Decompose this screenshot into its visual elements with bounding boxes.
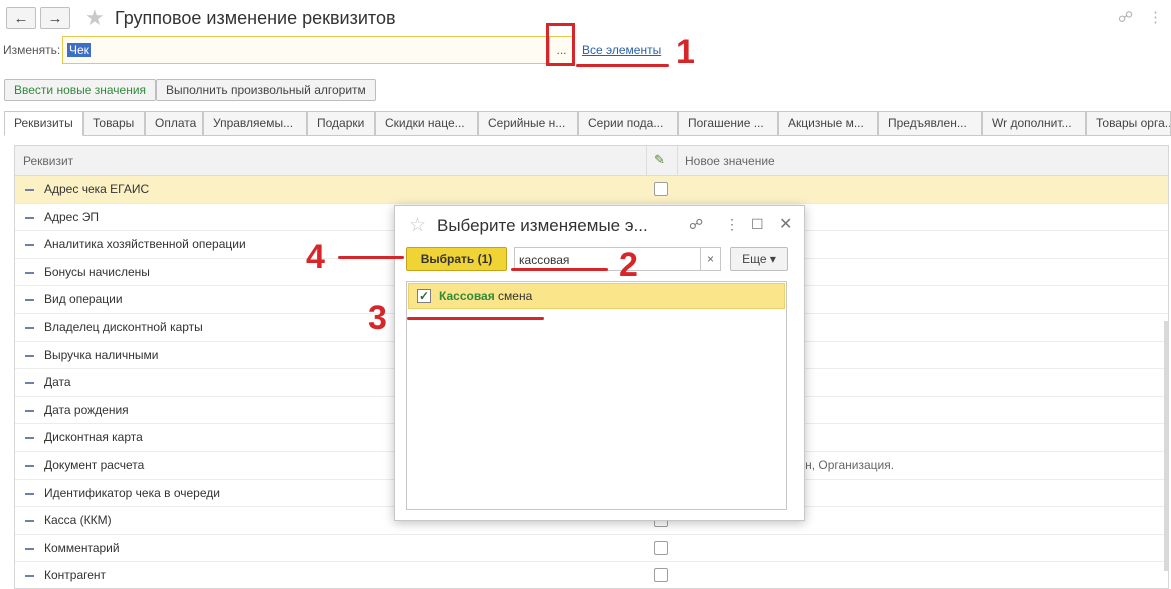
attribute-dash-icon (25, 354, 34, 357)
annotation-line-3 (407, 317, 544, 320)
list-item[interactable]: ✓ Кассовая смена (408, 283, 785, 309)
tab-wr-additional[interactable]: Wr дополнит... (982, 111, 1086, 136)
annotation-box-1 (546, 23, 575, 66)
change-label: Изменять: (3, 43, 61, 57)
attribute-name: Вид операции (44, 292, 123, 307)
annotation-number-4: 4 (306, 238, 325, 276)
change-checkbox[interactable] (654, 540, 668, 555)
attribute-name: Касса (ККМ) (44, 513, 112, 528)
attribute-dash-icon (25, 244, 34, 247)
attribute-dash-icon (25, 492, 34, 495)
attribute-name: Комментарий (44, 540, 120, 555)
run-algorithm-button[interactable]: Выполнить произвольный алгоритм (156, 79, 376, 101)
more-menu-icon[interactable]: ⋮ (725, 216, 739, 233)
forward-button[interactable]: → (40, 7, 70, 29)
choose-button[interactable]: Выбрать (1) (406, 247, 507, 271)
arrow-left-icon: ← (13, 9, 29, 27)
attribute-name: Аналитика хозяйственной операции (44, 237, 246, 252)
attribute-dash-icon (25, 382, 34, 385)
page-title: Групповое изменение реквизитов (115, 8, 396, 28)
tab-goods[interactable]: Товары (83, 111, 145, 136)
search-match-text: Кассовая (439, 289, 495, 303)
favorite-star-icon[interactable]: ★ (85, 5, 105, 31)
tab-discounts[interactable]: Скидки наце... (375, 111, 478, 136)
attribute-name: Бонусы начислены (44, 264, 150, 279)
arrow-right-icon: → (47, 9, 63, 27)
change-object-input[interactable]: Чек (62, 36, 550, 64)
attributes-list: ✓ Кассовая смена (406, 281, 787, 510)
tab-gifts[interactable]: Подарки (307, 111, 375, 136)
tab-payment[interactable]: Оплата (145, 111, 203, 136)
annotation-number-1: 1 (676, 33, 695, 71)
tab-managed[interactable]: Управляемы... (203, 111, 307, 136)
tab-org-goods[interactable]: Товары орга... (1086, 111, 1171, 136)
edit-pencil-icon: ✎ (654, 152, 665, 167)
change-checkbox[interactable] (654, 182, 668, 196)
annotation-line-4 (338, 256, 404, 259)
tab-serial-numbers[interactable]: Серийные н... (478, 111, 578, 136)
attribute-name: Дисконтная карта (44, 430, 143, 445)
attribute-dash-icon (25, 437, 34, 440)
attribute-dash-icon (25, 299, 34, 302)
table-row[interactable]: Адрес чека ЕГАИС (15, 176, 1168, 204)
attribute-dash-icon (25, 547, 34, 550)
attribute-name: Адрес чека ЕГАИС (44, 182, 150, 196)
table-header: Реквизит ✎ Новое значение (15, 146, 1168, 176)
more-button[interactable]: Еще ▾ (730, 247, 788, 271)
enter-new-values-button[interactable]: Ввести новые значения (4, 79, 157, 101)
annotation-number-2: 2 (619, 246, 638, 284)
annotation-line-2 (511, 268, 608, 271)
table-row[interactable]: Контрагент (15, 562, 1168, 588)
vertical-scrollbar[interactable] (1164, 321, 1168, 571)
attribute-name: Дата рождения (44, 402, 129, 417)
attribute-name: Контрагент (44, 568, 107, 583)
list-item-label: Кассовая смена (439, 289, 532, 303)
favorite-star-icon[interactable]: ☆ (409, 214, 426, 237)
attribute-name: Документ расчета (44, 458, 145, 472)
select-attributes-dialog: ☆ Выберите изменяемые э... ☍ ⋮ ☐ ✕ Выбра… (394, 205, 805, 521)
column-header-new-value[interactable]: Новое значение (685, 154, 775, 168)
list-item-rest-text: смена (494, 289, 533, 303)
attribute-dash-icon (25, 520, 34, 523)
annotation-number-3: 3 (368, 299, 387, 337)
attribute-dash-icon (25, 216, 34, 219)
attribute-name: Владелец дисконтной карты (44, 320, 203, 334)
back-button[interactable]: ← (6, 7, 36, 29)
maximize-icon[interactable]: ☐ (751, 216, 764, 233)
column-header-attribute[interactable]: Реквизит (23, 154, 73, 168)
attribute-dash-icon (25, 271, 34, 274)
link-icon[interactable]: ☍ (689, 216, 703, 233)
more-menu-icon[interactable]: ⋮ (1148, 8, 1163, 26)
link-icon[interactable]: ☍ (1118, 8, 1133, 26)
attribute-name: Дата (44, 375, 71, 390)
attribute-dash-icon (25, 465, 34, 467)
attribute-name: Выручка наличными (44, 347, 159, 362)
dialog-title: Выберите изменяемые э... (437, 216, 648, 235)
attribute-dash-icon (25, 575, 34, 578)
tab-presented[interactable]: Предъявлен... (878, 111, 982, 136)
tab-gift-series[interactable]: Серии пода... (578, 111, 678, 136)
all-elements-link[interactable]: Все элементы (582, 43, 661, 57)
table-row[interactable]: Комментарий (15, 535, 1168, 563)
tab-redemption[interactable]: Погашение ... (678, 111, 778, 136)
change-object-value: Чек (67, 43, 91, 57)
tab-excise-marks[interactable]: Акцизные м... (778, 111, 878, 136)
attribute-name: Адрес ЭП (44, 209, 99, 224)
close-icon[interactable]: ✕ (779, 214, 792, 234)
attribute-dash-icon (25, 409, 34, 412)
change-checkbox[interactable] (654, 568, 668, 583)
item-checkbox[interactable]: ✓ (417, 289, 431, 303)
attribute-name: Идентификатор чека в очереди (44, 485, 220, 500)
search-input-value: кассовая (519, 253, 570, 267)
attribute-dash-icon (25, 327, 34, 329)
attribute-dash-icon (25, 189, 34, 191)
tabs-bar: Реквизиты Товары Оплата Управляемы... По… (4, 111, 1171, 136)
clear-search-button[interactable]: × (700, 247, 721, 271)
tab-requisites[interactable]: Реквизиты (4, 111, 83, 136)
annotation-line-1 (576, 64, 669, 67)
